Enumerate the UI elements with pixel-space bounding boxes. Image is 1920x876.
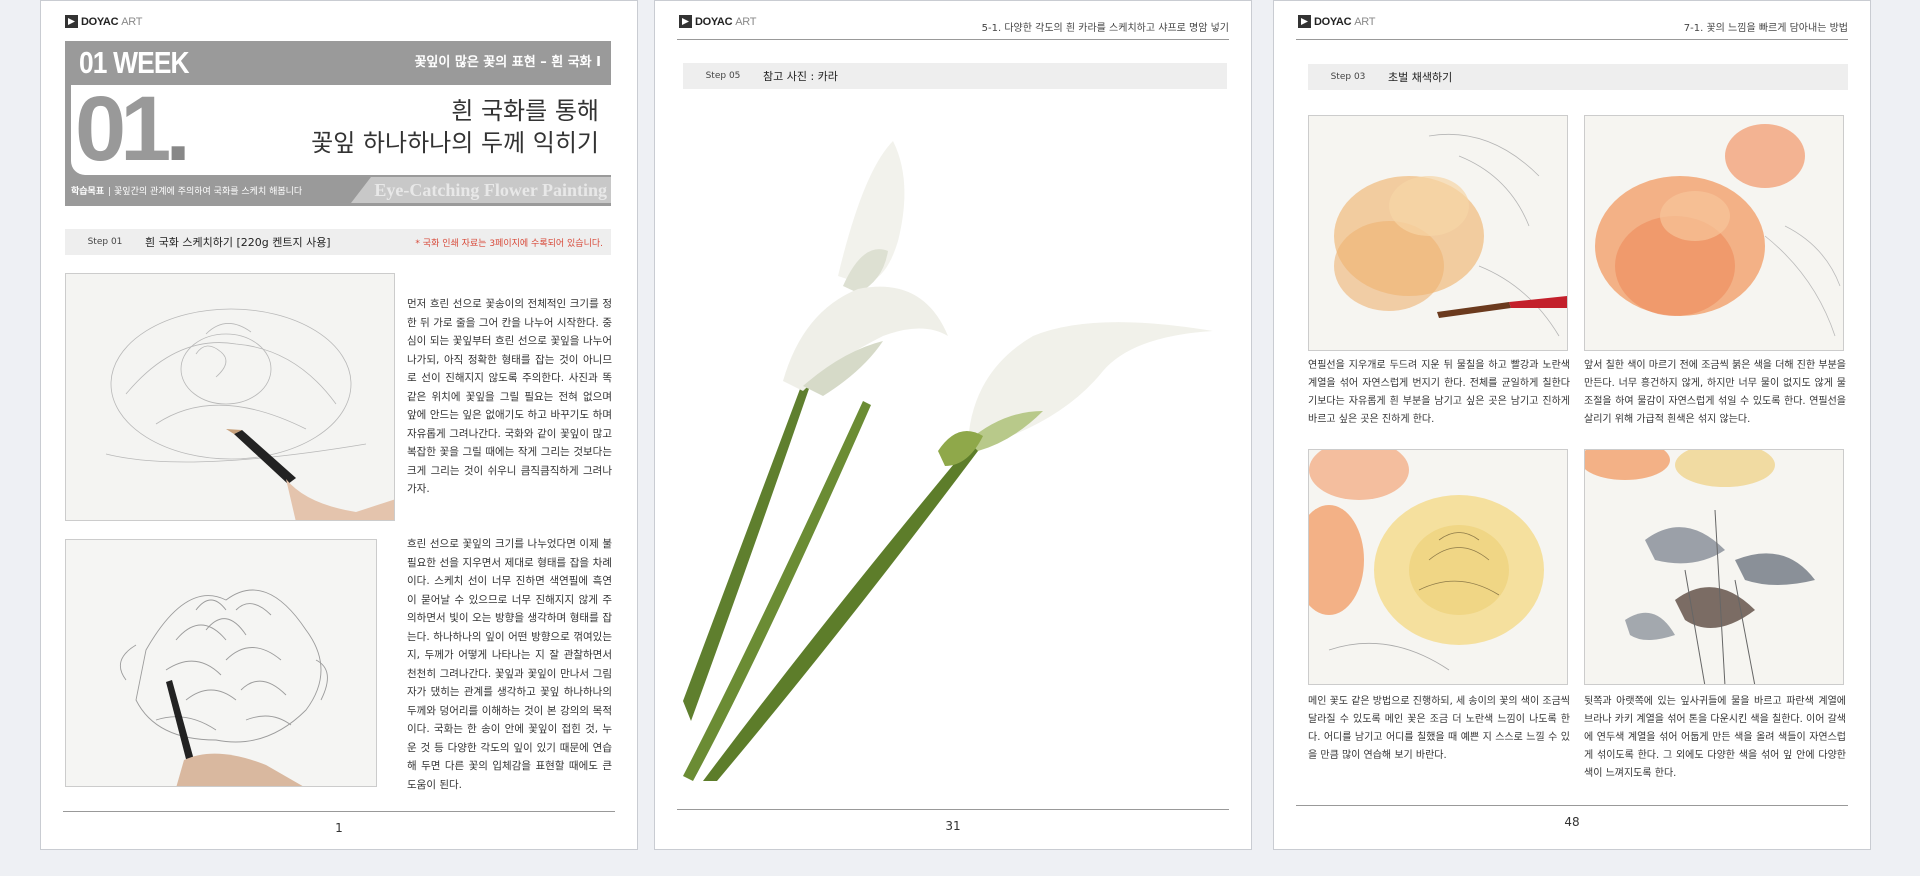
step-bar: Step 01 흰 국화 스케치하기 [220g 켄트지 사용] * 국화 인쇄…	[65, 229, 611, 255]
book-page-48: DOYAC ART 7-1. 꽃의 느낌을 빠르게 담아내는 방법 Step 03…	[1273, 0, 1871, 850]
lesson-title-line2: 꽃잎 하나하나의 두께 익히기	[311, 129, 599, 157]
step-title: 흰 국화 스케치하기 [220g 켄트지 사용]	[145, 236, 331, 249]
chapter-header: 7-1. 꽃의 느낌을 빠르게 담아내는 방법	[1683, 23, 1848, 34]
brand-name-suffix: ART	[1354, 15, 1376, 28]
banner-subtitle: 꽃잎이 많은 꽃의 표현 – 흰 국화 I	[414, 55, 601, 70]
header-rule	[1296, 39, 1848, 40]
step-note: * 국화 인쇄 자료는 3페이지에 수록되어 있습니다.	[415, 238, 603, 249]
page-number: 48	[1564, 815, 1580, 829]
footer-rule	[677, 809, 1229, 810]
goal-text: | 꽃잎간의 관계에 주의하여 국화를 스케치 해봅니다	[108, 186, 303, 197]
step-title: 초벌 채색하기	[1388, 71, 1453, 84]
painting-step-photo-3	[1308, 449, 1568, 685]
lesson-number: 01.	[75, 78, 191, 180]
week-label: 01 WEEK	[79, 45, 190, 80]
paragraph-2: 흐린 선으로 꽃잎의 크기를 나누었다면 이제 불필요한 선을 지우면서 제대로…	[407, 538, 612, 791]
calla-lily-photo	[683, 121, 1227, 781]
caption-3: 메인 꽃도 같은 방법으로 진행하되, 세 송이의 꽃의 색이 조금씩 달라질 …	[1308, 696, 1570, 761]
week-banner: 01 WEEK 꽃잎이 많은 꽃의 표현 – 흰 국화 I 01. 흰 국화를 …	[65, 41, 611, 206]
brand-name: DOYAC	[81, 15, 119, 28]
painting-step-photo-2	[1584, 115, 1844, 351]
brand-name-suffix: ART	[121, 15, 143, 28]
eyecatch-title: Eye-Catching Flower Painting	[351, 177, 611, 203]
caption-2: 앞서 칠한 색이 마르기 전에 조금씩 붉은 색을 더해 진한 부분을 만든다.…	[1584, 360, 1846, 425]
step-tag: Step 01	[87, 237, 123, 247]
brand-name: DOYAC	[1314, 15, 1352, 28]
logo-icon	[1298, 15, 1311, 28]
paragraph-1: 먼저 흐린 선으로 꽃송이의 전체적인 크기를 정한 뒤 가로 줄을 그어 칸을…	[407, 298, 612, 495]
step-bar: Step 05 참고 사진 : 카라	[683, 63, 1227, 89]
painting-step-photo-1	[1308, 115, 1568, 351]
sketch-photo-1	[65, 273, 395, 521]
chapter-header: 5-1. 다양한 각도의 흰 카라를 스케치하고 샤프로 명암 넣기	[981, 23, 1229, 34]
painting-step-photo-4	[1584, 449, 1844, 685]
banner-title-box: 01. 흰 국화를 통해 꽃잎 하나하나의 두께 익히기	[71, 78, 611, 180]
book-page-1: DOYAC ART 01 WEEK 꽃잎이 많은 꽃의 표현 – 흰 국화 I 0…	[40, 0, 638, 850]
footer-rule	[63, 811, 615, 812]
footer-rule	[1296, 805, 1848, 806]
page-number: 31	[945, 819, 961, 833]
brand-logo: DOYAC ART	[679, 15, 756, 28]
step-tag: Step 03	[1330, 72, 1366, 82]
brand-name: DOYAC	[695, 15, 733, 28]
brand-logo: DOYAC ART	[65, 15, 142, 28]
logo-icon	[679, 15, 692, 28]
book-page-31: DOYAC ART 5-1. 다양한 각도의 흰 카라를 스케치하고 샤프로 명암…	[654, 0, 1252, 850]
header-rule	[677, 39, 1229, 40]
step-title: 참고 사진 : 카라	[763, 70, 838, 83]
step-tag: Step 05	[705, 71, 741, 81]
brand-name-suffix: ART	[735, 15, 757, 28]
lesson-title-line1: 흰 국화를 통해	[451, 97, 599, 125]
caption-1: 연필선을 지우개로 두드려 지운 뒤 물칠을 하고 빨강과 노란색 계열을 섞어…	[1308, 360, 1570, 425]
page-number: 1	[335, 821, 343, 835]
step-bar: Step 03 초벌 채색하기	[1308, 64, 1848, 90]
goal-label: 학습목표	[71, 186, 105, 197]
brand-logo: DOYAC ART	[1298, 15, 1375, 28]
logo-icon	[65, 15, 78, 28]
sketch-photo-2	[65, 539, 377, 787]
caption-4: 뒷쪽과 아랫쪽에 있는 잎사귀들에 물을 바르고 파란색 계열에 브라나 카키 …	[1584, 696, 1846, 779]
